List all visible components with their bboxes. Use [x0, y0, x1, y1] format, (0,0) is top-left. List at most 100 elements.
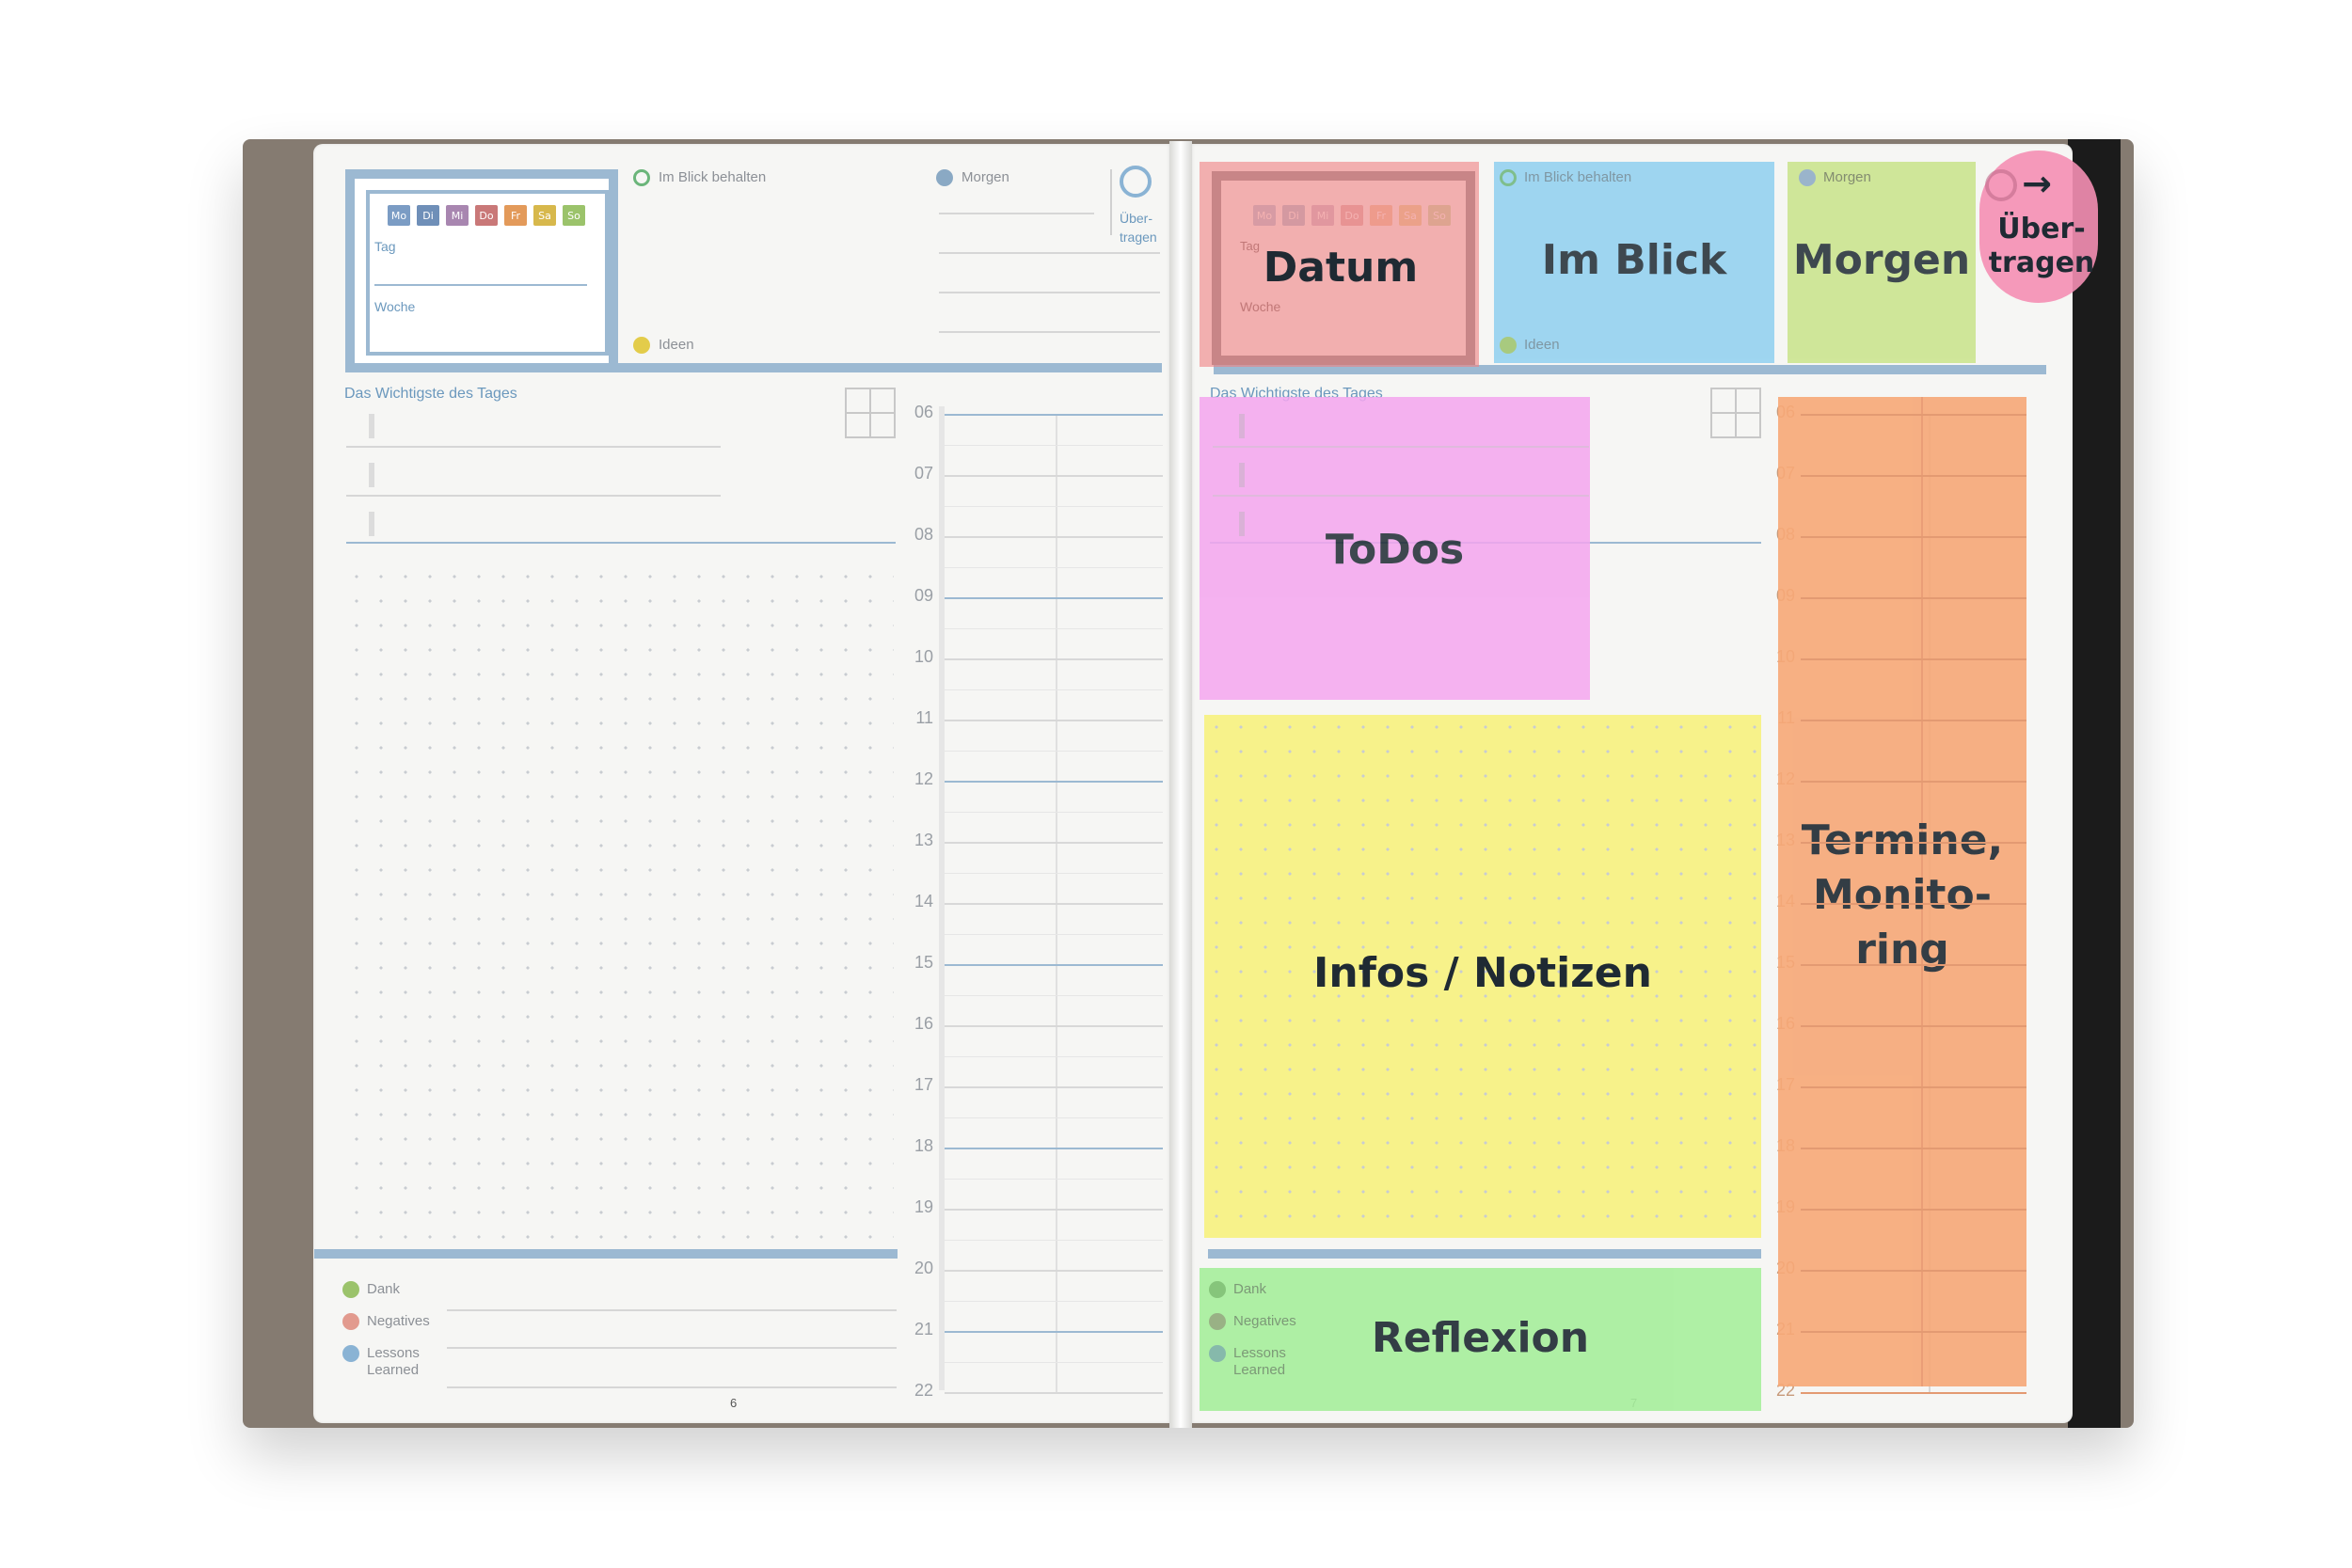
overlay-reflexion-label: Reflexion: [1371, 1313, 1590, 1362]
hour-line-right[interactable]: [1801, 414, 2026, 416]
hour-line-right[interactable]: [1801, 1209, 2026, 1211]
hour-line-left[interactable]: [945, 658, 1163, 660]
half-hour-line-left[interactable]: [945, 566, 1163, 568]
day-sa[interactable]: Sa: [533, 205, 556, 226]
overlay-todos: ToDos: [1200, 397, 1590, 700]
hour-line-left[interactable]: [945, 842, 1163, 844]
hour-line-right[interactable]: [1801, 964, 2026, 966]
smile-icon-left: [342, 1281, 359, 1298]
dank-label-right: Dank: [1233, 1281, 1267, 1297]
hour-line-left[interactable]: [945, 1086, 1163, 1088]
hour-line-right[interactable]: [1801, 1086, 2026, 1088]
half-hour-line-left[interactable]: [945, 872, 1163, 874]
todo-mark-2[interactable]: [369, 463, 374, 487]
hour-line-left[interactable]: [945, 1209, 1163, 1211]
hour-line-left[interactable]: [945, 597, 1163, 599]
hour-line-left[interactable]: [945, 903, 1163, 905]
day-so[interactable]: So: [563, 205, 585, 226]
hour-label-left: 11: [915, 708, 933, 727]
hour-label-left: 08: [914, 525, 933, 544]
hour-label-left: 18: [914, 1136, 933, 1155]
half-hour-line-left[interactable]: [945, 1361, 1163, 1363]
hour-line-right[interactable]: [1801, 1148, 2026, 1149]
hour-line-right[interactable]: [1801, 1270, 2026, 1272]
overlay-morgen-label: Morgen: [1792, 235, 1971, 284]
todo-mark-1[interactable]: [369, 414, 374, 438]
dank-line-left[interactable]: [447, 1309, 897, 1311]
hour-line-left[interactable]: [945, 1148, 1163, 1149]
ideen-label-right: Ideen: [1524, 337, 1560, 353]
tag-line[interactable]: [374, 284, 587, 286]
day-di[interactable]: Di: [417, 205, 439, 226]
hour-line-right[interactable]: [1801, 536, 2026, 538]
hour-line-left[interactable]: [945, 964, 1163, 966]
day-mi[interactable]: Mi: [446, 205, 469, 226]
hour-line-right[interactable]: [1801, 903, 2026, 905]
hour-line-right[interactable]: [1801, 1392, 2026, 1394]
day-do[interactable]: Do: [475, 205, 498, 226]
half-hour-line-left[interactable]: [945, 1117, 1163, 1118]
hour-line-left[interactable]: [945, 1270, 1163, 1272]
hour-line-left[interactable]: [945, 475, 1163, 477]
day-mo[interactable]: Mo: [388, 205, 410, 226]
hour-line-right[interactable]: [1801, 1025, 2026, 1027]
half-hour-line-left[interactable]: [945, 933, 1163, 935]
hour-line-right[interactable]: [1801, 658, 2026, 660]
day-fr[interactable]: Fr: [504, 205, 527, 226]
wichtigste-label-left: Das Wichtigste des Tages: [344, 386, 517, 402]
overlay-morgen: Morgen Morgen: [1788, 162, 1976, 363]
overlay-datum-label: Datum: [1263, 243, 1419, 292]
notes-area-left[interactable]: [344, 564, 894, 1242]
todo-mark-3[interactable]: [369, 512, 374, 536]
lessons-icon-left: [342, 1345, 359, 1362]
todo-line-2[interactable]: [346, 495, 721, 497]
half-hour-line-left[interactable]: [945, 627, 1163, 629]
hour-line-left[interactable]: [945, 1331, 1163, 1333]
uebertragen-circle-icon-right[interactable]: [1985, 169, 2017, 201]
half-hour-line-left[interactable]: [945, 750, 1163, 752]
hour-line-right[interactable]: [1801, 475, 2026, 477]
morgen-line-3: [939, 292, 1160, 293]
timeline-bar-left: [939, 406, 945, 1390]
half-hour-line-left[interactable]: [945, 811, 1163, 813]
hour-line-left[interactable]: [945, 414, 1163, 416]
hour-line-right[interactable]: [1801, 842, 2026, 844]
todo-line-1[interactable]: [346, 446, 721, 448]
half-hour-line-left[interactable]: [945, 1300, 1163, 1302]
lightbulb-icon-right: [1500, 337, 1517, 354]
hour-line-left[interactable]: [945, 720, 1163, 721]
half-hour-line-left[interactable]: [945, 994, 1163, 996]
morgen-line-4: [939, 331, 1160, 333]
hour-line-left[interactable]: [945, 536, 1163, 538]
hour-label-left: 07: [914, 464, 933, 483]
half-hour-line-left[interactable]: [945, 1055, 1163, 1057]
half-hour-line-left[interactable]: [945, 505, 1163, 507]
negatives-line-left[interactable]: [447, 1347, 897, 1349]
hour-line-right[interactable]: [1801, 781, 2026, 783]
overlay-termine: Termine, Monito-ring: [1778, 397, 2026, 1386]
hour-line-left[interactable]: [945, 1392, 1163, 1394]
hour-label-left: 12: [914, 769, 933, 788]
half-hour-line-left[interactable]: [945, 689, 1163, 690]
arrow-icon: →: [2022, 163, 2052, 205]
half-hour-line-left[interactable]: [945, 1178, 1163, 1180]
half-hour-line-left[interactable]: [945, 1239, 1163, 1241]
hour-line-right[interactable]: [1801, 1331, 2026, 1333]
hour-line-right[interactable]: [1801, 597, 2026, 599]
overlay-infos-label: Infos / Notizen: [1313, 948, 1652, 997]
lessons-line-left[interactable]: [447, 1386, 897, 1388]
hour-label-left: 06: [914, 403, 933, 421]
header-frame-left: [345, 169, 1162, 372]
morgen-label-right: Morgen: [1823, 169, 1871, 185]
hour-label-left: 21: [914, 1320, 933, 1338]
uebertragen-circle-icon[interactable]: [1120, 166, 1152, 198]
overlay-im-blick: Im Blick behalten Ideen Im Blick: [1494, 162, 1774, 363]
lessons-label-left: Lessons Learned: [367, 1345, 420, 1378]
overlay-termine-label: Termine, Monito-ring: [1801, 816, 2004, 974]
half-hour-line-left[interactable]: [945, 444, 1163, 446]
hour-line-left[interactable]: [945, 1025, 1163, 1027]
hour-line-left[interactable]: [945, 781, 1163, 783]
hour-line-right[interactable]: [1801, 720, 2026, 721]
overlay-infos: Infos / Notizen: [1204, 715, 1761, 1238]
uebertragen-divider: [1110, 169, 1112, 235]
